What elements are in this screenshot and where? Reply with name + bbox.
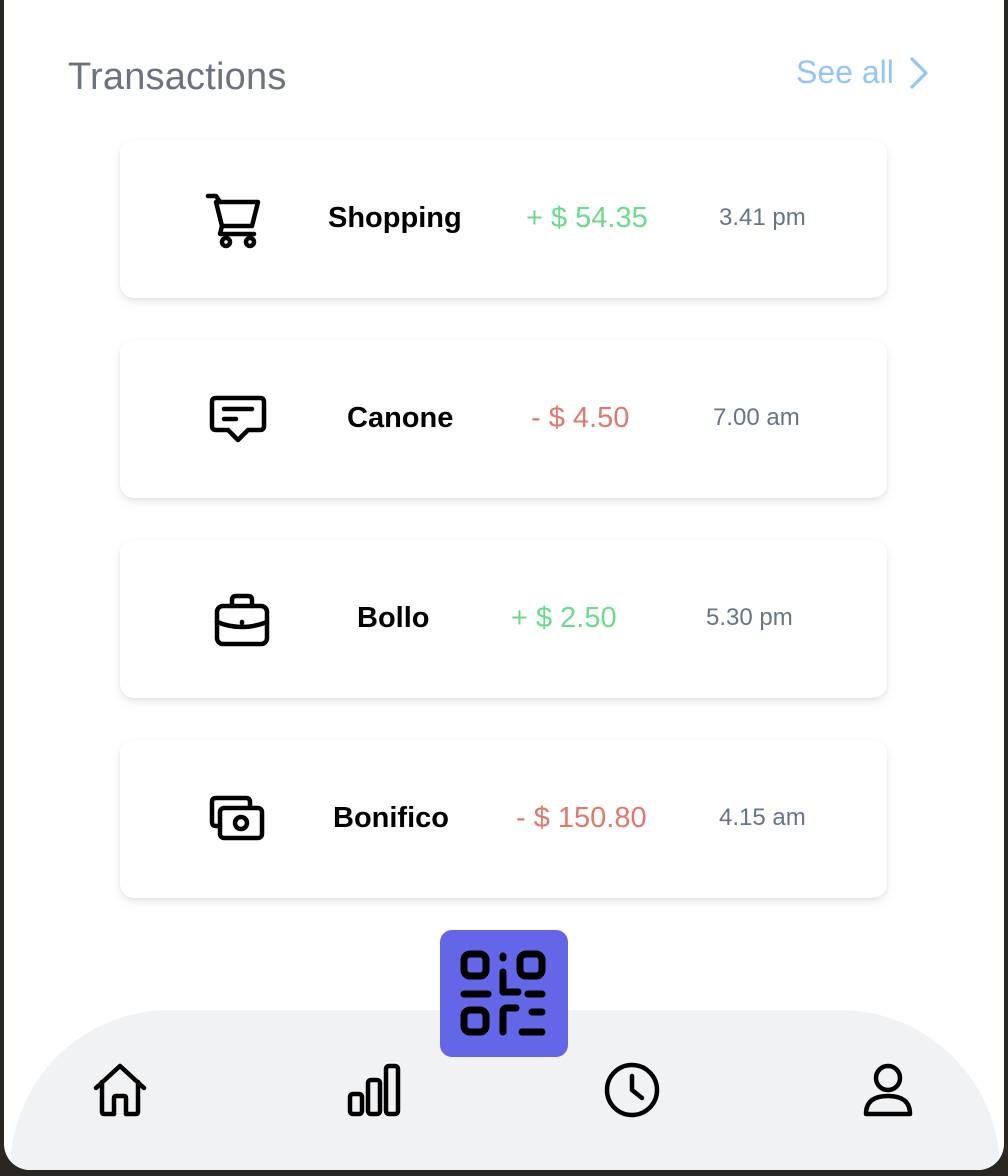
message-icon [206,388,270,452]
transaction-name: Shopping [328,202,462,234]
home-icon [90,1060,150,1120]
briefcase-icon [210,588,274,652]
nav-stats-button[interactable] [346,1060,406,1120]
chevron-right-icon [908,56,930,90]
transaction-card-bonifico[interactable]: Bonifico - $ 150.80 4.15 am [120,740,887,898]
nav-home-button[interactable] [90,1060,150,1120]
transactions-screen: Transactions See all Shopping + $ 54.35 … [4,0,1004,1170]
transaction-amount: + $ 54.35 [526,202,648,234]
transaction-name: Bollo [357,602,430,634]
transaction-name: Canone [347,402,454,434]
transaction-amount: - $ 150.80 [516,802,647,834]
transaction-amount: + $ 2.50 [511,602,617,634]
transaction-amount: - $ 4.50 [531,402,630,434]
page-title: Transactions [68,56,287,98]
transaction-time: 7.00 am [713,404,800,431]
scan-qr-button[interactable] [440,930,568,1057]
clock-icon [602,1060,662,1120]
see-all-label: See all [796,54,894,90]
nav-history-button[interactable] [602,1060,662,1120]
transaction-time: 3.41 pm [719,204,806,231]
transaction-time: 4.15 am [719,804,806,831]
chart-bar-icon [346,1060,406,1120]
shopping-cart-icon [202,188,266,252]
nav-profile-button[interactable] [858,1060,918,1120]
see-all-link[interactable]: See all [796,54,930,91]
cash-icon [204,788,268,852]
transaction-card-canone[interactable]: Canone - $ 4.50 7.00 am [120,340,887,498]
transaction-time: 5.30 pm [706,604,793,631]
user-icon [858,1060,918,1120]
transaction-name: Bonifico [333,802,449,834]
transaction-card-shopping[interactable]: Shopping + $ 54.35 3.41 pm [120,140,887,298]
transaction-card-bollo[interactable]: Bollo + $ 2.50 5.30 pm [120,540,887,698]
